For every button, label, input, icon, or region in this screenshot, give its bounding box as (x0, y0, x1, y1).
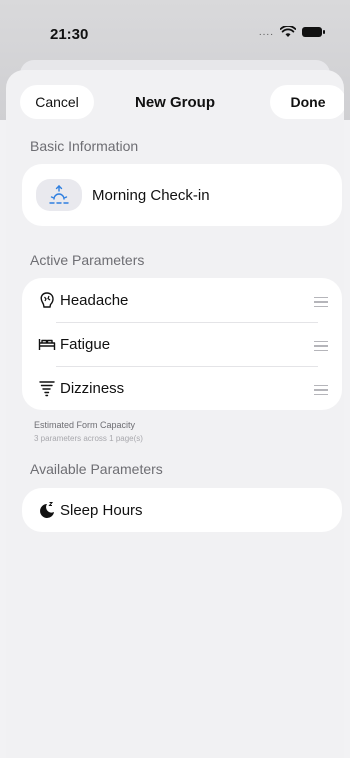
parameter-row-sleep-hours[interactable]: Sleep Hours (22, 488, 342, 532)
signal-indicator: .... (258, 26, 274, 38)
parameter-label: Sleep Hours (60, 502, 143, 519)
drag-handle-icon[interactable] (314, 385, 328, 395)
active-parameters-header: Active Parameters (30, 252, 145, 268)
basic-info-card: Morning Check-in (22, 164, 342, 226)
bed-icon (38, 339, 56, 350)
parameter-row-fatigue[interactable]: Fatigue (22, 322, 342, 366)
tornado-icon (39, 381, 55, 397)
available-parameters-header: Available Parameters (30, 461, 163, 477)
moon-zzz-icon (40, 502, 54, 518)
parameter-row-dizziness[interactable]: Dizziness (22, 366, 342, 410)
status-time: 21:30 (50, 26, 89, 43)
basic-information-header: Basic Information (30, 138, 139, 154)
done-button[interactable]: Done (270, 85, 344, 119)
capacity-subtitle: 3 parameters across 1 page(s) (34, 434, 143, 443)
group-icon-picker[interactable] (36, 179, 82, 211)
capacity-title: Estimated Form Capacity (34, 420, 136, 430)
parameter-label: Fatigue (60, 336, 111, 353)
status-bar: 21:30 .... (0, 0, 350, 60)
group-name[interactable]: Morning Check-in (92, 187, 210, 204)
drag-handle-icon[interactable] (314, 297, 328, 307)
available-parameters-list: Sleep Hours (22, 488, 342, 532)
parameter-label: Headache (60, 292, 129, 309)
parameter-label: Dizziness (60, 380, 125, 397)
parameter-row-headache[interactable]: Headache (22, 278, 342, 322)
status-indicators: .... (258, 26, 325, 38)
drag-handle-icon[interactable] (314, 341, 328, 351)
battery-icon (302, 27, 325, 37)
nav-bar: Cancel New Group Done (6, 70, 344, 130)
sunrise-icon (49, 185, 69, 204)
active-parameters-list: Headache Fatigue Dizziness (22, 278, 342, 410)
head-icon (40, 292, 54, 308)
wifi-icon (280, 26, 296, 37)
